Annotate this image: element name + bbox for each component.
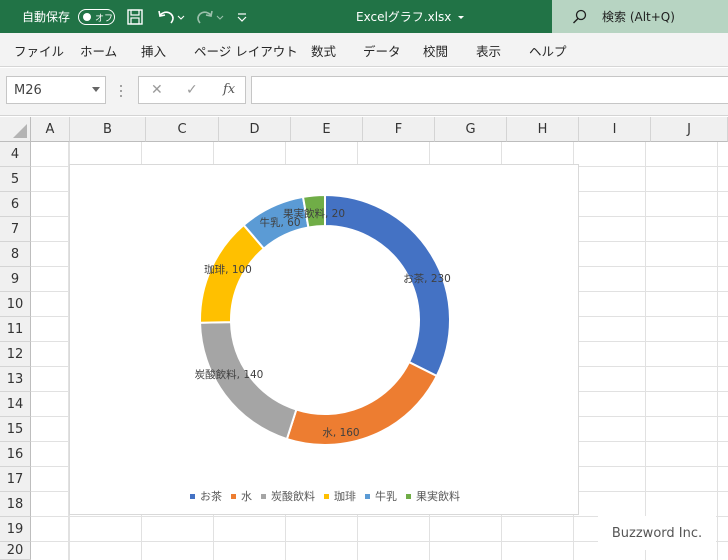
tab-view[interactable]: 表示: [476, 33, 501, 67]
legend-swatch: [190, 493, 195, 499]
legend-item[interactable]: 牛乳: [365, 488, 397, 504]
legend-label: 水: [241, 490, 252, 503]
legend-swatch: [231, 493, 236, 499]
customize-toolbar-icon[interactable]: [236, 0, 248, 33]
ribbon-tabs: ファイル ホーム 挿入 ページ レイアウト 数式 データ 校閲 表示 ヘルプ: [0, 33, 728, 67]
legend-swatch: [261, 493, 266, 499]
search-icon: [573, 9, 587, 24]
column-header[interactable]: H: [507, 117, 579, 142]
save-icon[interactable]: [126, 0, 144, 33]
legend-swatch: [365, 493, 370, 499]
legend-label: 果実飲料: [416, 490, 460, 503]
autosave-state: オフ: [95, 13, 114, 24]
doughnut-chart[interactable]: お茶, 230 水, 160 炭酸飲料, 140 珈琲, 100 牛乳, 60 果実飲料,…: [69, 164, 579, 515]
chevron-down-icon: [458, 15, 465, 19]
row-header[interactable]: 11: [0, 317, 31, 342]
data-label: 珈琲, 100: [204, 263, 252, 276]
legend-label: 炭酸飲料: [271, 490, 315, 503]
row-header[interactable]: 12: [0, 342, 31, 367]
column-header[interactable]: F: [363, 117, 435, 142]
legend-label: お茶: [200, 490, 222, 503]
row-header[interactable]: 10: [0, 292, 31, 317]
undo-icon[interactable]: [156, 0, 186, 33]
search-box[interactable]: 検索 (Alt+Q): [552, 0, 728, 33]
column-header[interactable]: C: [146, 117, 219, 142]
chart-legend[interactable]: お茶 水 炭酸飲料 珈琲 牛乳 果実飲料: [70, 488, 580, 504]
redo-icon[interactable]: [195, 0, 225, 33]
tab-help[interactable]: ヘルプ: [529, 33, 567, 67]
row-header[interactable]: 17: [0, 467, 31, 492]
name-box-value: M26: [14, 82, 42, 98]
formula-input[interactable]: [251, 76, 728, 104]
tab-review[interactable]: 校閲: [423, 33, 448, 67]
column-header[interactable]: E: [291, 117, 363, 142]
more-options-icon[interactable]: [120, 84, 122, 98]
legend-label: 牛乳: [375, 490, 397, 503]
row-header[interactable]: 8: [0, 242, 31, 267]
name-box[interactable]: M26: [6, 76, 106, 104]
chevron-down-icon: [92, 87, 100, 92]
tab-formulas[interactable]: 数式: [311, 33, 336, 67]
tab-data[interactable]: データ: [363, 33, 401, 67]
row-header[interactable]: 4: [0, 142, 31, 167]
legend-item[interactable]: 炭酸飲料: [261, 488, 315, 504]
column-header[interactable]: J: [651, 117, 728, 142]
data-label: 果実飲料, 20: [283, 207, 345, 220]
doughnut-slice[interactable]: [324, 193, 451, 378]
autosave-toggle[interactable]: オフ: [78, 9, 115, 25]
toggle-knob: [83, 13, 91, 21]
tab-home[interactable]: ホーム: [80, 33, 117, 67]
legend-item[interactable]: お茶: [190, 488, 222, 504]
chart-plot: お茶, 230水, 160炭酸飲料, 140珈琲, 100牛乳, 60果実飲料,…: [195, 193, 451, 446]
legend-swatch: [324, 493, 329, 499]
formula-bar: M26 ✕ ✓ fx: [0, 68, 728, 116]
select-all-corner[interactable]: [0, 117, 31, 142]
cancel-icon[interactable]: ✕: [151, 82, 163, 98]
insert-function-button[interactable]: fx: [223, 82, 235, 97]
column-header[interactable]: D: [219, 117, 291, 142]
watermark: Buzzword Inc.: [598, 516, 716, 550]
column-header[interactable]: G: [435, 117, 507, 142]
row-header[interactable]: 13: [0, 367, 31, 392]
doughnut-slice[interactable]: [285, 360, 439, 446]
row-header[interactable]: 15: [0, 417, 31, 442]
tab-page-layout[interactable]: ページ レイアウト: [194, 33, 298, 67]
row-header[interactable]: 16: [0, 442, 31, 467]
search-label: 検索 (Alt+Q): [602, 10, 675, 24]
data-label: 水, 160: [322, 427, 359, 439]
row-header[interactable]: 6: [0, 192, 31, 217]
column-a-cells: [31, 142, 69, 560]
column-header[interactable]: A: [31, 117, 70, 142]
row-header[interactable]: 7: [0, 217, 31, 242]
column-header[interactable]: I: [579, 117, 651, 142]
legend-item[interactable]: 果実飲料: [406, 488, 460, 504]
legend-item[interactable]: 水: [231, 488, 252, 504]
legend-swatch: [406, 493, 411, 499]
row-header[interactable]: 9: [0, 267, 31, 292]
file-name: Excelグラフ.xlsx: [356, 10, 452, 24]
file-title[interactable]: Excelグラフ.xlsx: [356, 0, 467, 33]
data-label: 炭酸飲料, 140: [195, 368, 264, 381]
title-bar: 自動保存 オフ Excelグラフ.xlsx 検索 (Alt+Q): [0, 0, 728, 33]
row-header[interactable]: 19: [0, 517, 31, 542]
formula-buttons: ✕ ✓ fx: [138, 76, 246, 104]
legend-label: 珈琲: [334, 490, 356, 503]
autosave-label: 自動保存: [22, 10, 71, 24]
column-header[interactable]: B: [70, 117, 146, 142]
row-header[interactable]: 5: [0, 167, 31, 192]
enter-icon[interactable]: ✓: [186, 82, 198, 98]
legend-item[interactable]: 珈琲: [324, 488, 356, 504]
row-header[interactable]: 14: [0, 392, 31, 417]
data-label: お茶, 230: [403, 272, 451, 285]
row-header[interactable]: 20: [0, 542, 31, 560]
row-header[interactable]: 18: [0, 492, 31, 517]
tab-file[interactable]: ファイル: [14, 33, 64, 67]
tab-insert[interactable]: 挿入: [141, 33, 166, 67]
